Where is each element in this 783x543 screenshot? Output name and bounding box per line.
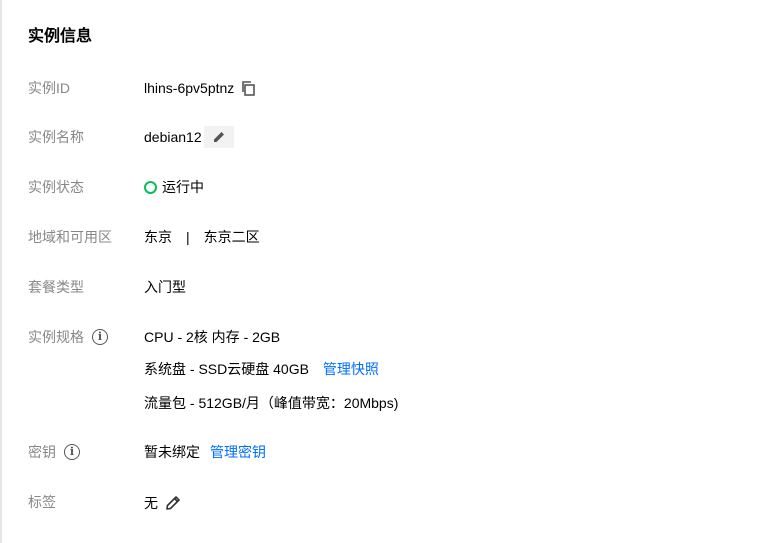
package-type-label: 套餐类型 (28, 279, 84, 295)
spec-disk: 系统盘 - SSD云硬盘 40GB (144, 361, 309, 377)
package-type-value: 入门型 (144, 279, 186, 295)
instance-status-row: 运行中 (144, 177, 204, 197)
instance-status-value: 运行中 (162, 179, 204, 195)
tags-label: 标签 (28, 494, 56, 510)
tags-value: 无 (144, 495, 158, 511)
status-running-icon (144, 180, 157, 194)
instance-status-label: 实例状态 (28, 179, 84, 195)
manage-snapshot-link[interactable]: 管理快照 (323, 359, 379, 379)
spec-label-row: 实例规格 i (28, 327, 108, 347)
pencil-icon (166, 496, 180, 510)
zone-value: 东京二区 (203, 229, 260, 245)
key-row: 暂未绑定 管理密钥 (144, 442, 266, 462)
instance-info-panel: 实例信息 实例ID lhins-6pv5ptnz 实例名称 debian12 实… (0, 0, 783, 543)
instance-name-label: 实例名称 (28, 129, 84, 145)
instance-name-row: debian12 (144, 126, 234, 148)
edit-name-button[interactable] (203, 126, 234, 148)
section-title: 实例信息 (28, 28, 93, 45)
instance-id-value: lhins-6pv5ptnz (144, 80, 235, 96)
region-row: 东京 | 东京二区 (144, 227, 260, 247)
region-label: 地域和可用区 (28, 229, 112, 245)
spec-traffic: 流量包 - 512GB/月（峰值带宽：20Mbps) (144, 395, 399, 411)
spec-cpu-mem: CPU - 2核 内存 - 2GB (144, 329, 281, 345)
spec-label: 实例规格 (28, 329, 84, 345)
spec-disk-row: 系统盘 - SSD云硬盘 40GB 管理快照 (144, 359, 379, 379)
region-separator: | (186, 229, 190, 245)
instance-id-row: lhins-6pv5ptnz (144, 78, 256, 98)
region-value: 东京 (144, 229, 172, 245)
edit-tags-button[interactable] (164, 494, 182, 512)
instance-name-value: debian12 (144, 129, 202, 145)
copy-icon[interactable] (240, 80, 256, 96)
info-icon[interactable]: i (92, 329, 108, 345)
key-value: 暂未绑定 (144, 444, 200, 460)
manage-key-link[interactable]: 管理密钥 (210, 442, 266, 462)
instance-id-label: 实例ID (28, 80, 70, 96)
key-label: 密钥 (28, 444, 56, 460)
info-icon[interactable]: i (64, 444, 80, 460)
tags-row: 无 (144, 493, 182, 513)
pencil-icon (213, 132, 224, 142)
key-label-row: 密钥 i (28, 442, 80, 462)
